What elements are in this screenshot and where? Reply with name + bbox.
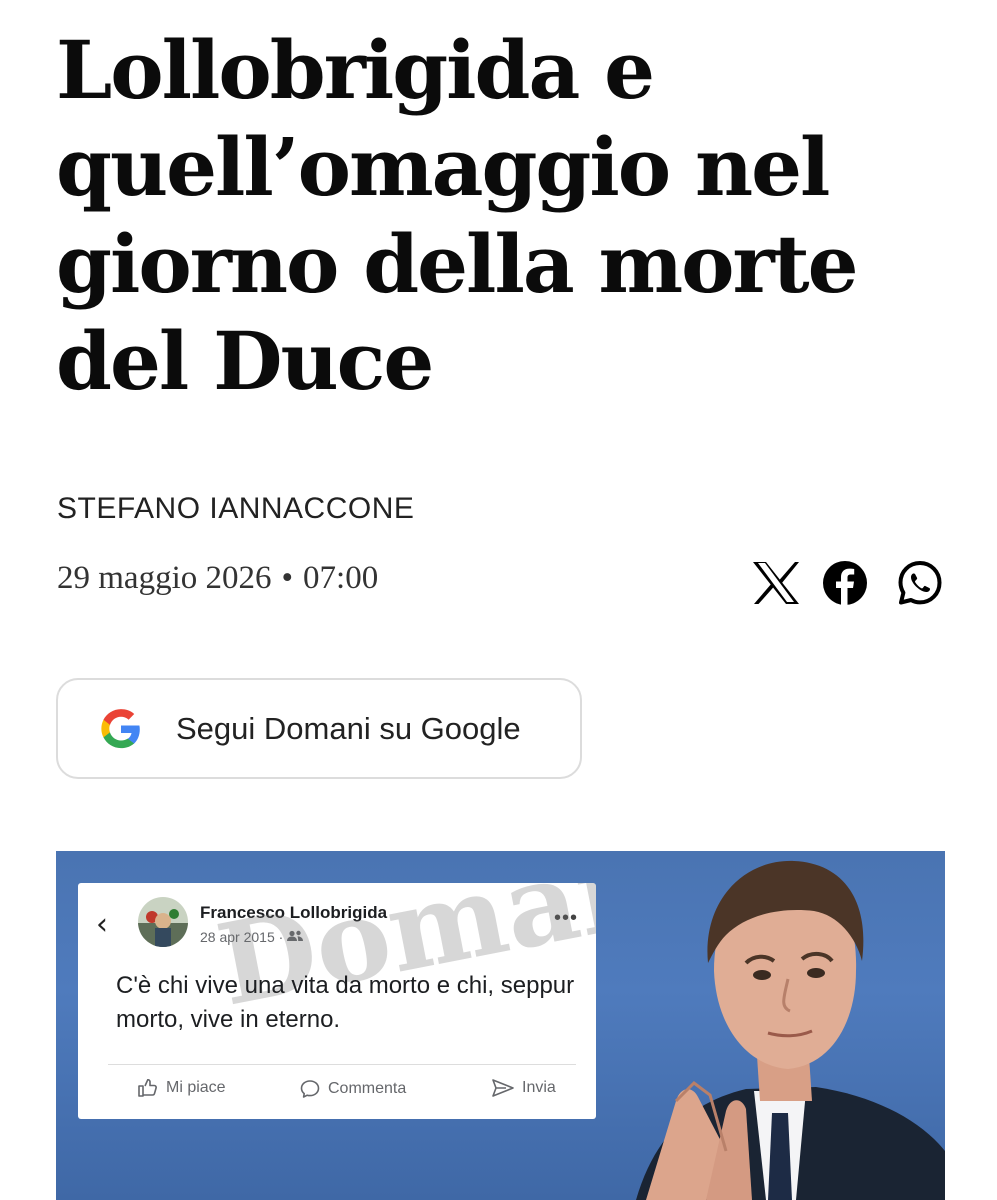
article-headline: Lollobrigida e quell’omaggio nel giorno …	[56, 23, 859, 408]
comment-icon	[300, 1080, 320, 1098]
publish-time: 07:00	[303, 560, 379, 596]
thumbs-up-icon	[138, 1079, 157, 1097]
comment-label: Commenta	[328, 1080, 407, 1097]
post-date: 28 apr 2015 ·	[200, 929, 304, 945]
facebook-icon	[823, 561, 867, 606]
avatar	[138, 897, 188, 947]
share-whatsapp-button[interactable]	[893, 556, 947, 610]
date-separator: •	[281, 560, 294, 596]
share-facebook-button[interactable]	[818, 556, 872, 610]
publish-date: 29 maggio 2026	[57, 560, 272, 596]
google-icon	[101, 708, 140, 748]
back-arrow-icon: ‹	[96, 907, 108, 942]
send-label: Invia	[522, 1079, 556, 1096]
post-author: Francesco Lollobrigida	[200, 903, 388, 922]
whatsapp-icon	[898, 561, 942, 605]
x-icon	[753, 562, 799, 604]
article-author[interactable]: STEFANO IANNACCONE	[57, 492, 414, 526]
share-x-button[interactable]	[749, 556, 803, 610]
politician-portrait	[636, 860, 945, 1200]
post-divider	[108, 1064, 576, 1065]
article-dateline: 29 maggio 2026 • 07:00	[57, 560, 378, 597]
send-action: Invia	[492, 1079, 556, 1097]
hero-image: ‹ Francesco Lollobrigida 28 apr 2015 · •…	[56, 851, 945, 1200]
facebook-post-screenshot: ‹ Francesco Lollobrigida 28 apr 2015 · •…	[78, 883, 596, 1119]
like-label: Mi piace	[166, 1079, 226, 1096]
post-date-text: 28 apr 2015 ·	[200, 929, 284, 945]
like-action: Mi piace	[138, 1079, 226, 1097]
more-options-icon: •••	[553, 907, 578, 929]
follow-button-label: Segui Domani su Google	[176, 710, 521, 746]
follow-on-google-button[interactable]: Segui Domani su Google	[56, 678, 582, 779]
send-icon	[492, 1079, 514, 1097]
friends-icon	[287, 930, 304, 941]
post-text: C'è chi vive una vita da morto e chi, se…	[116, 972, 575, 1033]
comment-action: Commenta	[300, 1079, 406, 1099]
